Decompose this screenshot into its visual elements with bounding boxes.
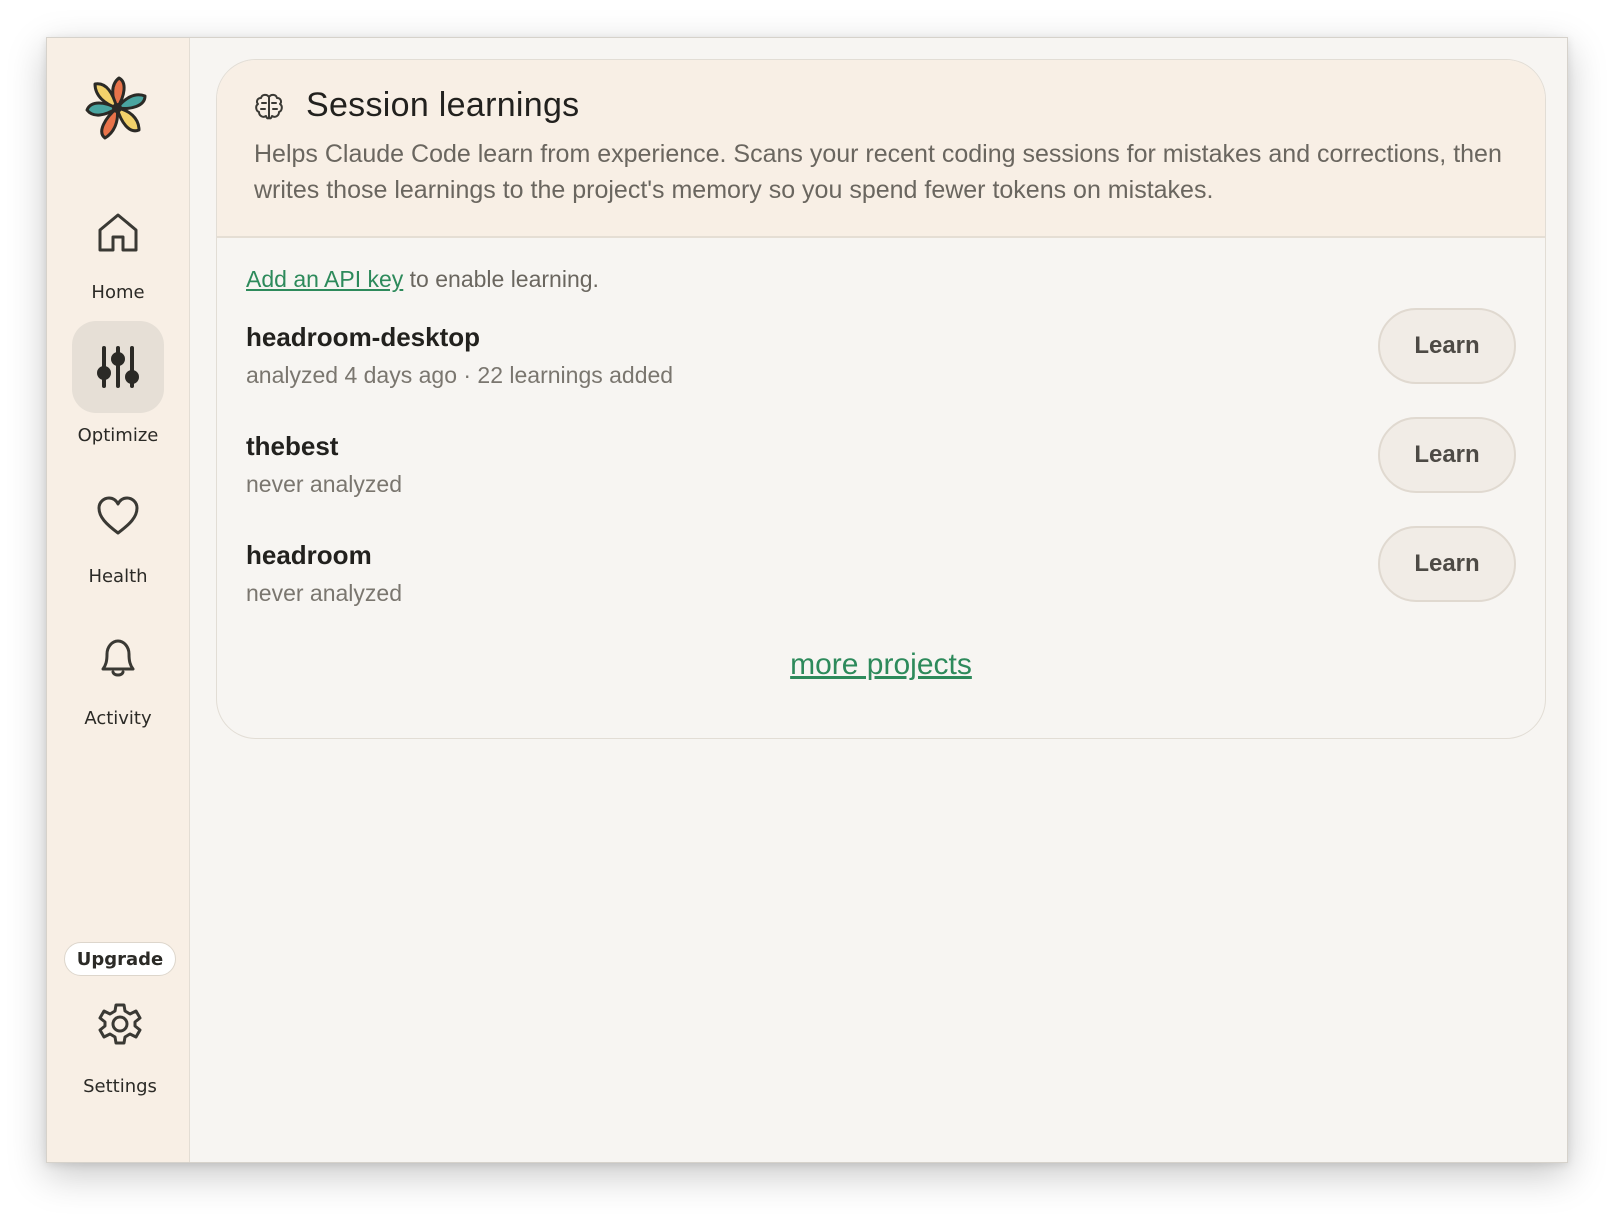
heart-icon-wrap xyxy=(72,470,164,562)
home-icon-wrap xyxy=(72,186,164,278)
bell-icon xyxy=(101,639,135,677)
project-status: never analyzed xyxy=(246,471,402,497)
home-icon xyxy=(98,213,138,252)
sliders-icon xyxy=(97,346,139,388)
upgrade-button[interactable]: Upgrade xyxy=(64,942,176,976)
gear-icon xyxy=(98,1003,142,1045)
more-projects-link[interactable]: more projects xyxy=(217,648,1545,682)
sidebar-item-label: Health xyxy=(88,566,148,587)
card-title: Session learnings xyxy=(306,86,580,124)
project-row: thebest never analyzed Learn xyxy=(246,417,1516,521)
session-learnings-card: Session learnings Helps Claude Code lear… xyxy=(216,59,1546,739)
project-name: thebest xyxy=(246,431,339,461)
heart-icon xyxy=(97,496,139,535)
sidebar-item-label: Optimize xyxy=(77,425,159,446)
sidebar-item-health[interactable]: Health xyxy=(47,470,189,600)
project-row: headroom never analyzed Learn xyxy=(246,526,1516,630)
sidebar-item-label: Home xyxy=(91,282,145,303)
sidebar-item-settings[interactable]: Settings xyxy=(47,978,189,1108)
sliders-icon-wrap xyxy=(72,321,164,413)
gear-icon-wrap xyxy=(74,978,166,1070)
app-window: Home Optimize Health Activity Upgrade Se… xyxy=(46,37,1568,1163)
project-name: headroom-desktop xyxy=(246,322,481,352)
card-description: Helps Claude Code learn from experience.… xyxy=(254,140,1502,204)
learn-button[interactable]: Learn xyxy=(1378,308,1516,384)
project-status: analyzed 4 days ago · 22 learnings added xyxy=(246,362,674,388)
project-row: headroom-desktop analyzed 4 days ago · 2… xyxy=(246,308,1516,412)
api-key-notice: Add an API key to enable learning. xyxy=(246,266,599,293)
sidebar-item-home[interactable]: Home xyxy=(47,186,189,316)
brain-icon xyxy=(255,93,283,120)
learn-button[interactable]: Learn xyxy=(1378,417,1516,493)
project-name: headroom xyxy=(246,540,372,570)
flower-logo[interactable] xyxy=(81,72,153,144)
learn-button[interactable]: Learn xyxy=(1378,526,1516,602)
project-status: never analyzed xyxy=(246,580,402,606)
sidebar: Home Optimize Health Activity Upgrade Se… xyxy=(47,38,190,1162)
sidebar-item-label: Settings xyxy=(83,1076,157,1097)
sidebar-item-label: Activity xyxy=(84,708,152,729)
main-content: Session learnings Helps Claude Code lear… xyxy=(190,38,1567,1162)
bell-icon-wrap xyxy=(72,612,164,704)
sidebar-item-activity[interactable]: Activity xyxy=(47,612,189,742)
api-key-notice-text: to enable learning. xyxy=(403,266,599,292)
card-header: Session learnings Helps Claude Code lear… xyxy=(217,60,1545,238)
add-api-key-link[interactable]: Add an API key xyxy=(246,266,403,292)
sidebar-item-optimize[interactable]: Optimize xyxy=(47,321,189,451)
